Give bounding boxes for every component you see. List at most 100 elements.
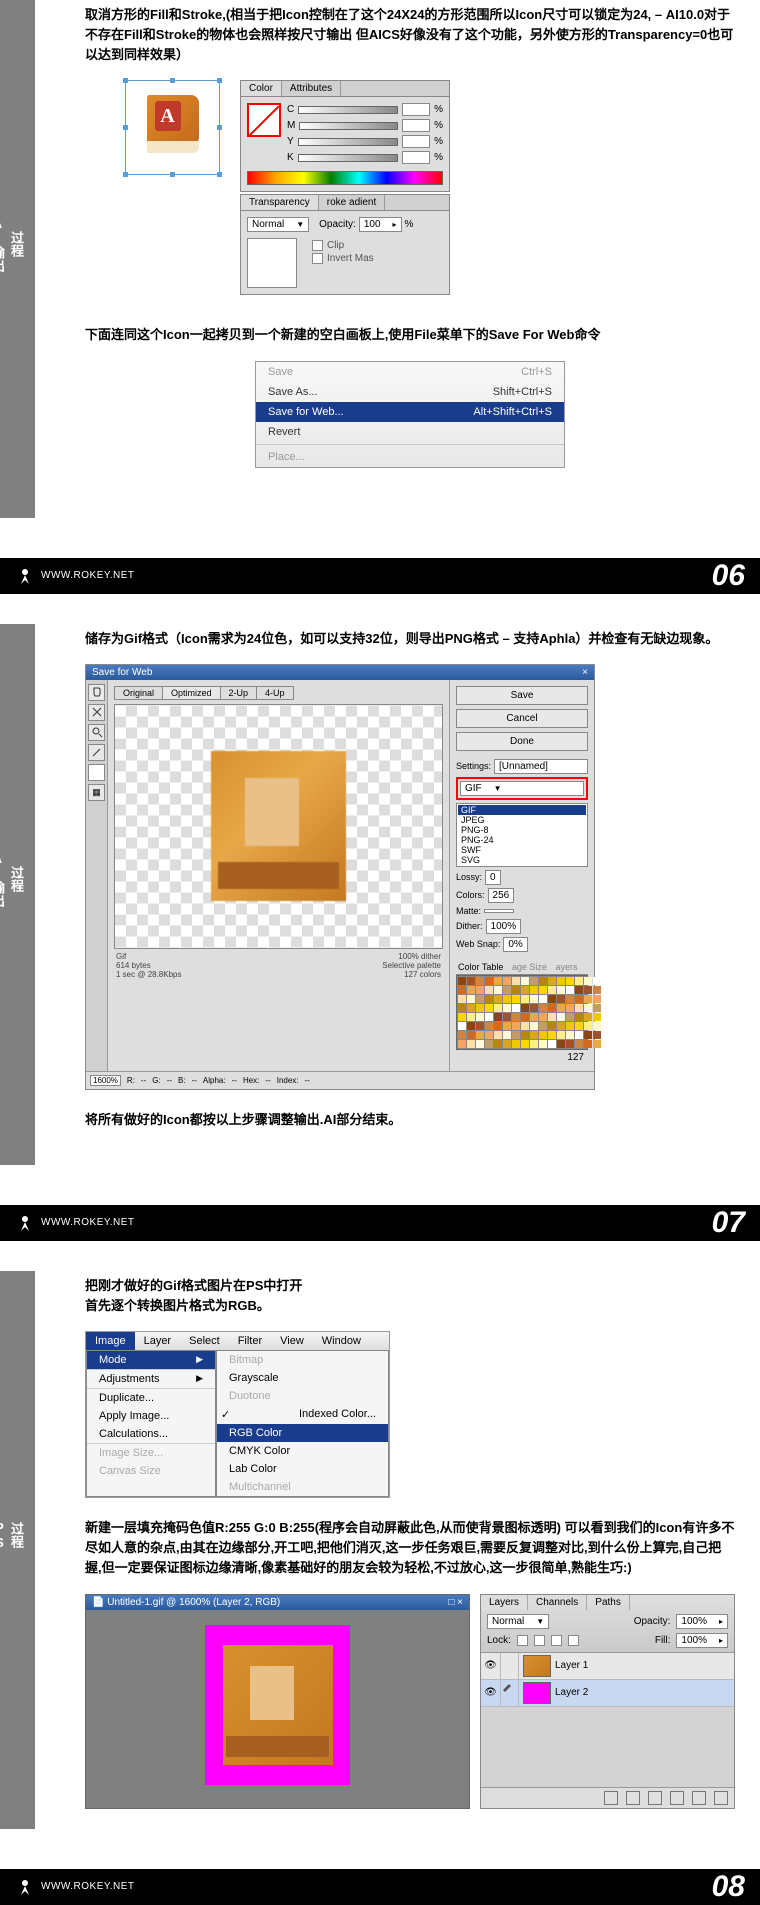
tab-color[interactable]: Color <box>241 81 282 96</box>
format-option[interactable]: GIF <box>458 805 586 815</box>
zoom-tool-icon[interactable] <box>88 724 105 741</box>
adjustment-layer-icon[interactable] <box>670 1791 684 1805</box>
close-icon[interactable]: × <box>582 667 588 678</box>
dither-input[interactable]: 100% <box>486 919 522 934</box>
format-option[interactable]: PNG-24 <box>458 835 586 845</box>
layer-name[interactable]: Layer 2 <box>555 1687 588 1698</box>
menu-canvas-size[interactable]: Canvas Size <box>87 1462 215 1480</box>
lossy-input[interactable]: 0 <box>485 870 501 885</box>
menu-adjustments[interactable]: Adjustments▶ <box>87 1370 215 1388</box>
layer-style-icon[interactable] <box>604 1791 618 1805</box>
mode-duotone[interactable]: Duotone <box>217 1387 388 1405</box>
menu-duplicate[interactable]: Duplicate... <box>87 1389 215 1407</box>
colors-input[interactable]: 256 <box>488 888 515 903</box>
tab-attributes[interactable]: Attributes <box>282 81 341 96</box>
menu-filter[interactable]: Filter <box>229 1332 271 1350</box>
blend-mode-select[interactable]: Normal▼ <box>487 1614 549 1629</box>
hand-tool-icon[interactable] <box>88 684 105 701</box>
visibility-icon[interactable]: 👁 <box>481 1653 501 1679</box>
c-input[interactable] <box>402 103 430 116</box>
lock-position-icon[interactable] <box>551 1635 562 1646</box>
format-option[interactable]: SWF <box>458 845 586 855</box>
fill-input[interactable]: 100%▸ <box>676 1633 728 1648</box>
tab-optimized[interactable]: Optimized <box>162 686 221 700</box>
slice-visibility-icon[interactable]: ▦ <box>88 784 105 801</box>
window-controls-icon[interactable]: □ × <box>448 1597 463 1608</box>
color-table-grid[interactable] <box>456 975 588 1050</box>
delete-layer-icon[interactable] <box>714 1791 728 1805</box>
none-swatch-icon[interactable] <box>247 103 281 137</box>
matte-input[interactable] <box>484 909 514 913</box>
settings-select[interactable]: [Unnamed] <box>494 759 588 774</box>
color-table-tab[interactable]: Color Table <box>458 962 503 972</box>
menu-apply-image[interactable]: Apply Image... <box>87 1407 215 1425</box>
doc-canvas[interactable] <box>86 1610 469 1800</box>
clip-checkbox[interactable] <box>312 240 323 251</box>
m-slider[interactable] <box>299 122 398 130</box>
format-option[interactable]: PNG-8 <box>458 825 586 835</box>
layers-tab[interactable]: ayers <box>555 962 577 972</box>
mode-rgb[interactable]: RGB Color <box>217 1424 388 1442</box>
menu-calculations[interactable]: Calculations... <box>87 1425 215 1443</box>
mode-cmyk[interactable]: CMYK Color <box>217 1442 388 1460</box>
k-input[interactable] <box>402 151 430 164</box>
tab-2up[interactable]: 2-Up <box>220 686 258 700</box>
layer-name[interactable]: Layer 1 <box>555 1660 588 1671</box>
y-slider[interactable] <box>298 138 398 146</box>
menu-revert[interactable]: Revert <box>256 422 564 442</box>
visibility-icon[interactable]: 👁 <box>481 1680 501 1706</box>
mode-multichannel[interactable]: Multichannel <box>217 1478 388 1496</box>
format-option[interactable]: JPEG <box>458 815 586 825</box>
slice-tool-icon[interactable] <box>88 704 105 721</box>
lock-transparency-icon[interactable] <box>517 1635 528 1646</box>
mode-indexed[interactable]: ✓ Indexed Color... <box>217 1405 388 1424</box>
tab-transparency[interactable]: Transparency <box>241 195 319 210</box>
new-layer-icon[interactable] <box>692 1791 706 1805</box>
layers-empty-area[interactable] <box>481 1707 734 1787</box>
k-slider[interactable] <box>298 154 398 162</box>
tab-layers[interactable]: Layers <box>481 1595 528 1610</box>
lock-all-icon[interactable] <box>568 1635 579 1646</box>
tab-4up[interactable]: 4-Up <box>256 686 294 700</box>
menu-save-for-web[interactable]: Save for Web...Alt+Shift+Ctrl+S <box>256 402 564 422</box>
lock-pixels-icon[interactable] <box>534 1635 545 1646</box>
invert-checkbox[interactable] <box>312 253 323 264</box>
eyedropper-tool-icon[interactable] <box>88 744 105 761</box>
tab-channels[interactable]: Channels <box>528 1595 587 1610</box>
image-size-tab[interactable]: age Size <box>512 962 547 972</box>
blend-mode-select[interactable]: Normal▼ <box>247 217 309 232</box>
new-folder-icon[interactable] <box>648 1791 662 1805</box>
preview-canvas[interactable] <box>114 704 443 949</box>
m-input[interactable] <box>402 119 430 132</box>
mode-bitmap[interactable]: Bitmap <box>217 1351 388 1369</box>
color-swatch[interactable] <box>88 764 105 781</box>
cancel-button[interactable]: Cancel <box>456 709 588 728</box>
layer-row[interactable]: 👁 Layer 1 <box>481 1653 734 1680</box>
menu-mode[interactable]: Mode▶ <box>87 1351 215 1369</box>
done-button[interactable]: Done <box>456 732 588 751</box>
mode-grayscale[interactable]: Grayscale <box>217 1369 388 1387</box>
menu-window[interactable]: Window <box>313 1332 370 1350</box>
tab-gradient[interactable]: roke adient <box>319 195 385 210</box>
layer-row[interactable]: 👁 Layer 2 <box>481 1680 734 1707</box>
menu-save-as[interactable]: Save As...Shift+Ctrl+S <box>256 382 564 402</box>
websnap-input[interactable]: 0% <box>503 937 527 952</box>
layer-thumbnail[interactable] <box>523 1682 551 1704</box>
menu-view[interactable]: View <box>271 1332 313 1350</box>
menu-image[interactable]: Image <box>86 1332 135 1350</box>
tab-original[interactable]: Original <box>114 686 163 700</box>
format-dropdown[interactable]: GIF▼ <box>460 781 584 796</box>
opacity-input[interactable]: 100▸ <box>359 217 402 232</box>
menu-save[interactable]: SaveCtrl+S <box>256 362 564 382</box>
layer-mask-icon[interactable] <box>626 1791 640 1805</box>
tab-paths[interactable]: Paths <box>587 1595 630 1610</box>
y-input[interactable] <box>402 135 430 148</box>
spectrum-bar[interactable] <box>247 171 443 185</box>
mode-lab[interactable]: Lab Color <box>217 1460 388 1478</box>
format-option[interactable]: SVG <box>458 855 586 865</box>
menu-place[interactable]: Place... <box>256 447 564 467</box>
link-cell[interactable] <box>501 1680 519 1706</box>
opacity-input[interactable]: 100%▸ <box>676 1614 728 1629</box>
menu-select[interactable]: Select <box>180 1332 229 1350</box>
layer-thumbnail[interactable] <box>523 1655 551 1677</box>
